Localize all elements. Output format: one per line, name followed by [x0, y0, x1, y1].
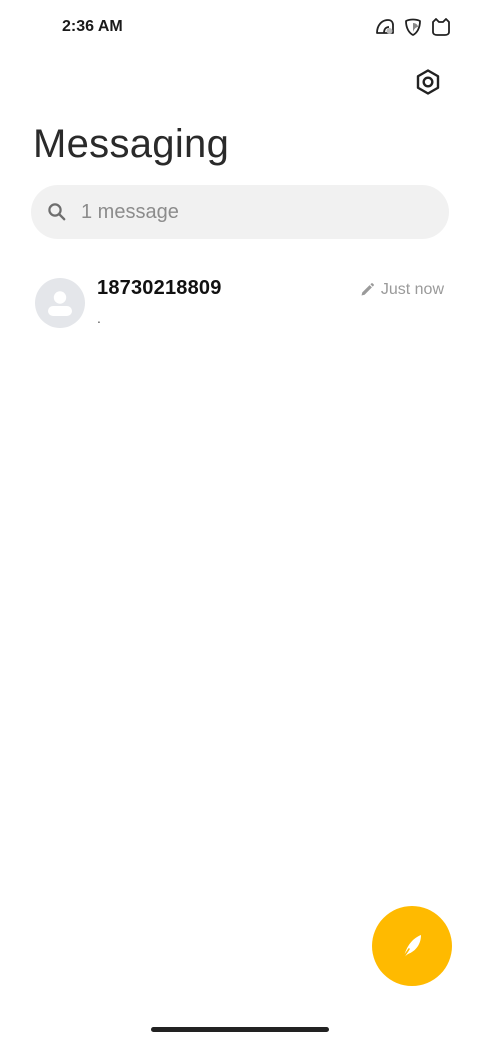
status-time: 2:36 AM	[62, 18, 123, 35]
conversation-preview: .	[97, 310, 101, 326]
status-bar: 2:36 AM	[0, 0, 480, 56]
conversation-meta: Just now	[359, 281, 444, 299]
avatar	[35, 278, 85, 328]
page-title: Messaging	[33, 122, 230, 166]
conversation-item[interactable]: 18730218809 . Just now	[0, 264, 480, 344]
shield-app-icon	[402, 16, 424, 38]
notification-app-icon	[374, 16, 396, 38]
search-bar[interactable]	[31, 185, 449, 239]
gear-icon	[414, 68, 442, 96]
home-indicator[interactable]	[151, 1027, 329, 1032]
conversation-name: 18730218809	[97, 277, 222, 299]
status-icons	[374, 16, 452, 38]
settings-button[interactable]	[410, 64, 446, 100]
compose-button[interactable]	[372, 906, 452, 986]
cat-app-icon	[430, 16, 452, 38]
search-icon	[47, 202, 67, 222]
conversation-time: Just now	[380, 281, 444, 298]
compose-quill-icon	[397, 931, 427, 961]
pencil-icon	[359, 282, 375, 298]
search-input[interactable]	[81, 185, 431, 239]
person-icon	[35, 278, 85, 328]
